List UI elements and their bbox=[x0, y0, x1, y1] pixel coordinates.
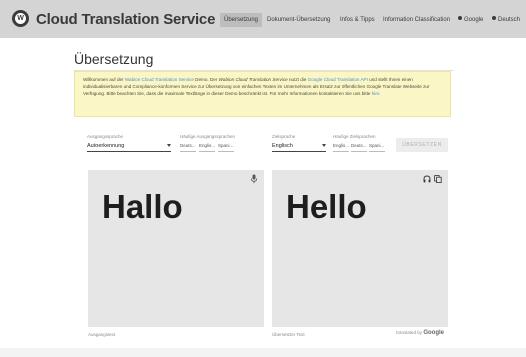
chevron-down-icon bbox=[322, 144, 326, 147]
frequent-target-language-1[interactable]: Englis... bbox=[333, 141, 349, 152]
source-language-value: Autoerkennung bbox=[87, 143, 125, 149]
source-text-caption: Ausgangstext bbox=[88, 332, 116, 337]
translated-by-credit: translated by Google bbox=[396, 330, 444, 336]
target-language-select[interactable]: Englisch bbox=[272, 141, 326, 152]
copy-icon[interactable] bbox=[434, 175, 442, 183]
notice-text-1: Willkommen auf der bbox=[83, 77, 125, 82]
frequent-target-language-3[interactable]: Spani... bbox=[369, 141, 385, 152]
nav-tab-information-classification[interactable]: Information Classification bbox=[383, 13, 450, 27]
notice-link-wabion[interactable]: Wabion Cloud Translation Service bbox=[125, 77, 194, 82]
target-text-caption: Übersetzter Text bbox=[272, 332, 305, 337]
nav-tab-info-tips[interactable]: Infos & Tipps bbox=[340, 13, 375, 27]
language-label: Deutsch bbox=[498, 17, 521, 23]
notice-link-google-api[interactable]: Google Cloud Translation API bbox=[308, 77, 368, 82]
nav-language-switch[interactable]: Deutsch bbox=[492, 13, 520, 27]
app-window: W Cloud Translation Service Übersetzung … bbox=[0, 0, 526, 357]
frequent-source-language-2[interactable]: Englis... bbox=[199, 141, 215, 152]
target-language-value: Englisch bbox=[272, 143, 293, 149]
welcome-notice: Willkommen auf der Wabion Cloud Translat… bbox=[74, 71, 451, 117]
target-text-area: Hello bbox=[272, 170, 448, 327]
page-title: Übersetzung bbox=[74, 51, 154, 67]
source-text[interactable]: Hallo bbox=[102, 188, 183, 226]
google-brand-label: Google bbox=[423, 330, 444, 336]
google-icon bbox=[458, 16, 462, 20]
notice-link-contact[interactable]: hier bbox=[372, 91, 379, 96]
headphones-icon[interactable] bbox=[423, 175, 431, 183]
nav-tab-translation[interactable]: Übersetzung bbox=[220, 13, 263, 27]
frequent-target-language-2[interactable]: Deuts... bbox=[351, 141, 367, 152]
nav-tab-document-translation[interactable]: Dokument-Übersetzung bbox=[267, 13, 330, 27]
globe-icon bbox=[492, 16, 496, 20]
logo-letter: W bbox=[15, 13, 26, 24]
translate-button[interactable]: ÜBERSETZEN bbox=[396, 138, 448, 152]
target-language-label: Zielsprache bbox=[272, 134, 296, 139]
wabion-logo-icon[interactable]: W bbox=[12, 10, 29, 27]
source-text-area[interactable]: Hallo bbox=[88, 170, 264, 327]
notice-text-5: . bbox=[379, 91, 381, 96]
frequent-source-language-3[interactable]: Spani... bbox=[218, 141, 234, 152]
credit-prefix: translated by bbox=[396, 330, 423, 335]
frequent-target-languages-label: Häufige Zielsprachen bbox=[333, 134, 376, 139]
translated-text: Hello bbox=[286, 188, 367, 225]
notice-text-3: nutzt die bbox=[287, 77, 308, 82]
source-language-select[interactable]: Autoerkennung bbox=[87, 141, 171, 152]
app-title[interactable]: Cloud Translation Service bbox=[36, 11, 215, 28]
frequent-source-languages-label: Häufige Ausgangssprachen bbox=[180, 134, 236, 139]
chevron-down-icon bbox=[167, 144, 171, 147]
notice-text-2: Demo. Der bbox=[193, 77, 219, 82]
nav-google-link[interactable]: Google bbox=[458, 13, 483, 27]
microphone-icon[interactable] bbox=[250, 174, 258, 184]
google-label: Google bbox=[464, 17, 484, 23]
page-footer-strip bbox=[0, 348, 526, 357]
notice-service-name: Wabion Cloud Translation Service bbox=[218, 77, 288, 82]
frequent-source-language-1[interactable]: Deuts... bbox=[180, 141, 196, 152]
top-navigation-bar: W Cloud Translation Service Übersetzung … bbox=[0, 0, 526, 38]
source-language-label: Ausgangssprache bbox=[87, 134, 124, 139]
